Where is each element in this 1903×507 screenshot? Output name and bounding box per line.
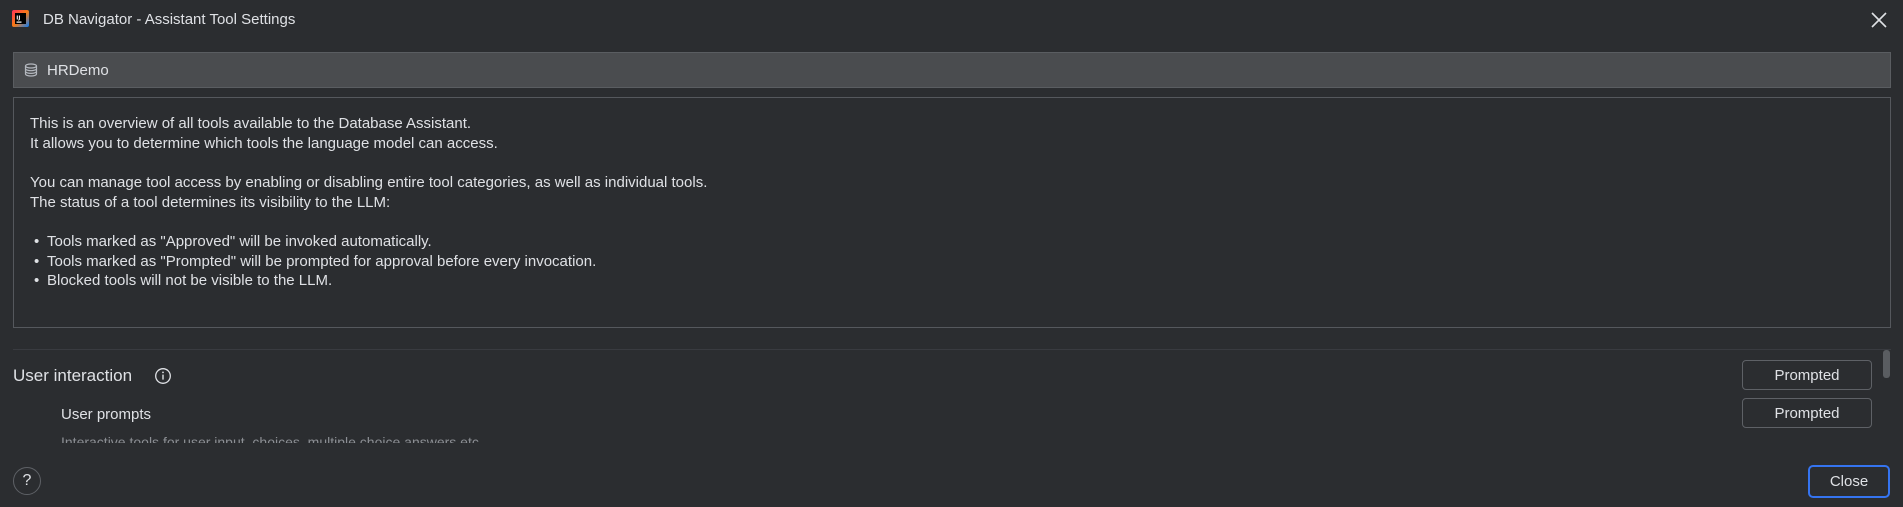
description-line: This is an overview of all tools availab…: [30, 115, 472, 132]
scrollbar[interactable]: [1883, 350, 1890, 378]
help-button[interactable]: ?: [13, 467, 41, 495]
connection-header: HRDemo: [13, 52, 1891, 88]
close-icon[interactable]: [1869, 10, 1889, 30]
tool-label: User prompts: [61, 406, 152, 423]
list-item: Tools marked as "Prompted" will be promp…: [30, 252, 1890, 272]
database-icon: [24, 63, 38, 77]
tool-list[interactable]: User interaction Prompted User prompts I…: [0, 350, 1903, 443]
list-item: Tools marked as "Approved" will be invok…: [30, 232, 1890, 252]
tool-description: Interactive tools for user input, choice…: [61, 434, 483, 443]
status-legend-list: Tools marked as "Approved" will be invok…: [30, 232, 1890, 291]
description-line: It allows you to determine which tools t…: [30, 134, 498, 152]
svg-text:IJ: IJ: [16, 16, 20, 22]
description-line: You can manage tool access by enabling o…: [30, 174, 708, 191]
category-label: User interaction: [13, 366, 133, 385]
title-bar: IJ DB Navigator - Assistant Tool Setting…: [0, 0, 1903, 40]
intellij-icon: IJ: [12, 10, 29, 27]
connection-name: HRDemo: [47, 62, 109, 79]
window-title: DB Navigator - Assistant Tool Settings: [43, 11, 296, 28]
description-panel: This is an overview of all tools availab…: [13, 97, 1891, 328]
list-item: Blocked tools will not be visible to the…: [30, 271, 1890, 291]
close-button[interactable]: Close: [1808, 465, 1890, 498]
tool-status-button[interactable]: Prompted: [1742, 398, 1872, 428]
category-status-button[interactable]: Prompted: [1742, 360, 1872, 390]
info-icon[interactable]: [154, 367, 172, 385]
description-line: The status of a tool determines its visi…: [30, 193, 391, 211]
